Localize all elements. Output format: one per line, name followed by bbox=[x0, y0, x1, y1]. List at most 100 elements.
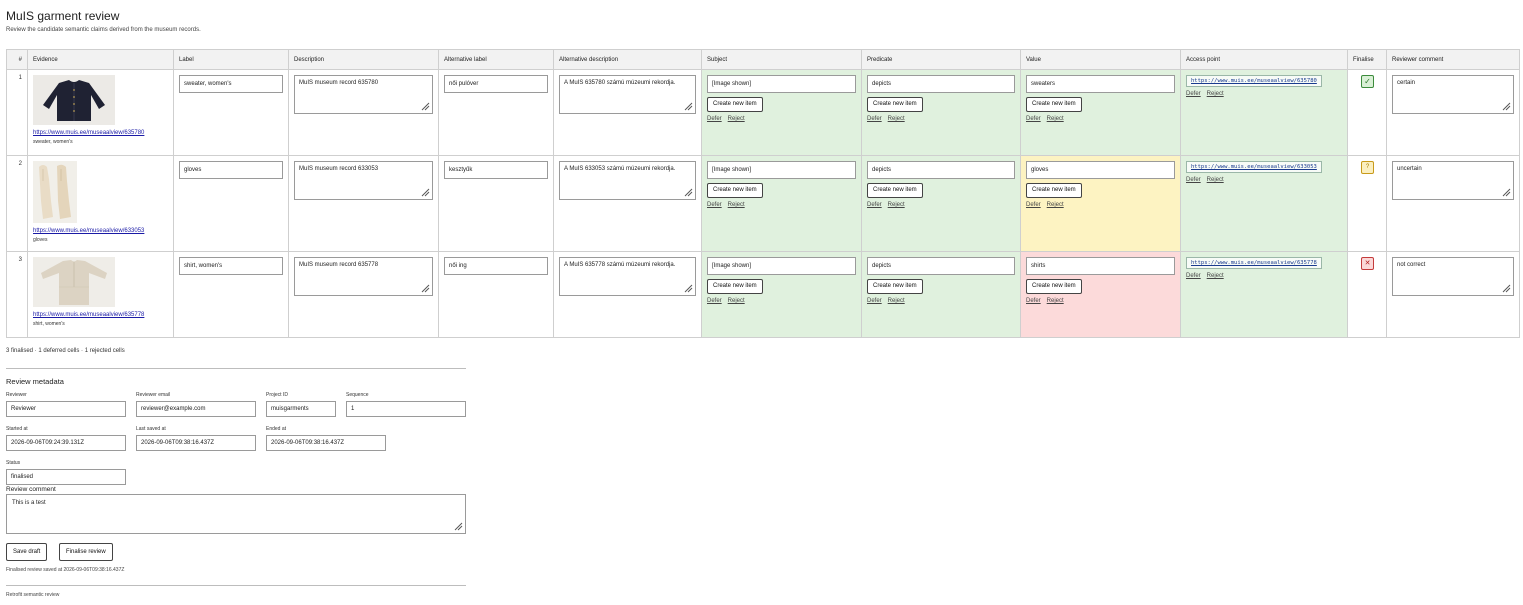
defer-link[interactable]: Defer bbox=[707, 116, 722, 122]
row-number: 1 bbox=[6, 69, 28, 156]
access-point-link[interactable]: https://www.muis.ee/museaalview/633053 bbox=[1186, 161, 1322, 173]
resize-grip-icon[interactable] bbox=[420, 187, 430, 197]
predicate-input[interactable]: depicts bbox=[867, 161, 1015, 179]
reject-link[interactable]: Reject bbox=[728, 298, 745, 304]
resize-grip-icon[interactable] bbox=[453, 521, 463, 531]
label-input[interactable]: gloves bbox=[179, 161, 283, 179]
reject-link[interactable]: Reject bbox=[728, 202, 745, 208]
create-new-item-button[interactable]: Create new item bbox=[707, 97, 763, 112]
evidence-caption: gloves bbox=[33, 237, 48, 243]
reviewer-label: Reviewer bbox=[6, 392, 27, 398]
defer-link[interactable]: Defer bbox=[707, 298, 722, 304]
access-point-link[interactable]: https://www.muis.ee/museaalview/635778 bbox=[1186, 257, 1322, 269]
defer-link[interactable]: Defer bbox=[1026, 116, 1041, 122]
cross-icon[interactable]: ✕ bbox=[1361, 257, 1374, 270]
subject-input[interactable]: [Image shown] bbox=[707, 161, 856, 179]
defer-link[interactable]: Defer bbox=[1026, 298, 1041, 304]
finalise-review-button[interactable]: Finalise review bbox=[59, 543, 113, 561]
description-textarea[interactable]: MuIS museum record 633053 bbox=[294, 161, 433, 200]
reject-link[interactable]: Reject bbox=[888, 116, 905, 122]
reject-link[interactable]: Reject bbox=[888, 202, 905, 208]
create-new-item-button[interactable]: Create new item bbox=[1026, 279, 1082, 294]
access-point-link[interactable]: https://www.muis.ee/museaalview/635780 bbox=[1186, 75, 1322, 87]
defer-link[interactable]: Defer bbox=[707, 202, 722, 208]
question-icon[interactable]: ? bbox=[1361, 161, 1374, 174]
resize-grip-icon[interactable] bbox=[1501, 101, 1511, 111]
defer-link[interactable]: Defer bbox=[867, 202, 882, 208]
status-input[interactable]: finalised bbox=[6, 469, 126, 485]
reviewer-input[interactable]: Reviewer bbox=[6, 401, 126, 417]
label-input[interactable]: sweater, women's bbox=[179, 75, 283, 93]
resize-grip-icon[interactable] bbox=[683, 101, 693, 111]
defer-link[interactable]: Defer bbox=[867, 116, 882, 122]
create-new-item-button[interactable]: Create new item bbox=[1026, 97, 1082, 112]
reject-link[interactable]: Reject bbox=[1207, 273, 1224, 279]
evidence-link[interactable]: https://www.muis.ee/museaalview/633053 bbox=[33, 228, 168, 234]
create-new-item-button[interactable]: Create new item bbox=[867, 279, 923, 294]
alt-label-input[interactable]: női pulóver bbox=[444, 75, 548, 93]
row-number: 2 bbox=[6, 155, 28, 252]
alt-description-textarea[interactable]: A MuIS 635780 számú múzeumi rekordja. bbox=[559, 75, 696, 114]
predicate-input[interactable]: depicts bbox=[867, 75, 1015, 93]
alt-label-input[interactable]: női ing bbox=[444, 257, 548, 275]
defer-link[interactable]: Defer bbox=[867, 298, 882, 304]
reject-link[interactable]: Reject bbox=[1207, 91, 1224, 97]
value-input[interactable]: sweaters bbox=[1026, 75, 1175, 93]
resize-grip-icon[interactable] bbox=[420, 283, 430, 293]
alt-description-text: A MuIS 633053 számú múzeumi rekordja. bbox=[564, 166, 676, 172]
reviewer-comment-text: certain bbox=[1397, 80, 1416, 86]
value-input[interactable]: gloves bbox=[1026, 161, 1175, 179]
resize-grip-icon[interactable] bbox=[683, 187, 693, 197]
col-header-finalise: Finalise bbox=[1347, 49, 1387, 70]
defer-link[interactable]: Defer bbox=[1186, 177, 1201, 183]
status-field: Status finalised bbox=[6, 460, 126, 485]
evidence-link[interactable]: https://www.muis.ee/museaalview/635780 bbox=[33, 130, 168, 136]
reviewer-comment-textarea[interactable]: uncertain bbox=[1392, 161, 1514, 200]
reviewer-comment-textarea[interactable]: certain bbox=[1392, 75, 1514, 114]
defer-link[interactable]: Defer bbox=[1026, 202, 1041, 208]
label-input[interactable]: shirt, women's bbox=[179, 257, 283, 275]
subject-input[interactable]: [Image shown] bbox=[707, 257, 856, 275]
reject-link[interactable]: Reject bbox=[888, 298, 905, 304]
resize-grip-icon[interactable] bbox=[1501, 187, 1511, 197]
defer-link[interactable]: Defer bbox=[1186, 91, 1201, 97]
subject-input[interactable]: [Image shown] bbox=[707, 75, 856, 93]
shirt-image[interactable] bbox=[33, 257, 115, 307]
value-input[interactable]: shirts bbox=[1026, 257, 1175, 275]
review-comment-textarea[interactable]: This is a test bbox=[6, 494, 466, 534]
reject-link[interactable]: Reject bbox=[1207, 177, 1224, 183]
create-new-item-button[interactable]: Create new item bbox=[867, 183, 923, 198]
create-new-item-button[interactable]: Create new item bbox=[707, 279, 763, 294]
resize-grip-icon[interactable] bbox=[1501, 283, 1511, 293]
ended-input[interactable]: 2026-09-06T09:38:16.437Z bbox=[266, 435, 386, 451]
reject-link[interactable]: Reject bbox=[1047, 116, 1064, 122]
description-textarea[interactable]: MuIS museum record 635780 bbox=[294, 75, 433, 114]
reject-link[interactable]: Reject bbox=[1047, 202, 1064, 208]
last-saved-input[interactable]: 2026-09-06T09:38:16.437Z bbox=[136, 435, 256, 451]
create-new-item-button[interactable]: Create new item bbox=[1026, 183, 1082, 198]
alt-description-textarea[interactable]: A MuIS 635778 számú múzeumi rekordja. bbox=[559, 257, 696, 296]
description-textarea[interactable]: MuIS museum record 635778 bbox=[294, 257, 433, 296]
save-draft-button[interactable]: Save draft bbox=[6, 543, 48, 561]
col-header-reviewer-comment: Reviewer comment bbox=[1386, 49, 1520, 70]
started-input[interactable]: 2026-09-06T09:24:39.131Z bbox=[6, 435, 126, 451]
alt-label-input[interactable]: kesztyűk bbox=[444, 161, 548, 179]
reject-link[interactable]: Reject bbox=[728, 116, 745, 122]
resize-grip-icon[interactable] bbox=[420, 101, 430, 111]
defer-link[interactable]: Defer bbox=[1186, 273, 1201, 279]
resize-grip-icon[interactable] bbox=[683, 283, 693, 293]
sequence-input[interactable]: 1 bbox=[346, 401, 466, 417]
sweater-image[interactable] bbox=[33, 75, 115, 125]
evidence-link[interactable]: https://www.muis.ee/museaalview/635778 bbox=[33, 312, 168, 318]
create-new-item-button[interactable]: Create new item bbox=[867, 97, 923, 112]
email-label: Reviewer email bbox=[136, 392, 171, 398]
predicate-input[interactable]: depicts bbox=[867, 257, 1015, 275]
project-input[interactable]: muisgarments bbox=[266, 401, 336, 417]
check-icon[interactable]: ✓ bbox=[1361, 75, 1374, 88]
reviewer-comment-textarea[interactable]: not correct bbox=[1392, 257, 1514, 296]
create-new-item-button[interactable]: Create new item bbox=[707, 183, 763, 198]
reject-link[interactable]: Reject bbox=[1047, 298, 1064, 304]
gloves-image[interactable] bbox=[33, 161, 77, 223]
email-input[interactable]: reviewer@example.com bbox=[136, 401, 256, 417]
alt-description-textarea[interactable]: A MuIS 633053 számú múzeumi rekordja. bbox=[559, 161, 696, 200]
